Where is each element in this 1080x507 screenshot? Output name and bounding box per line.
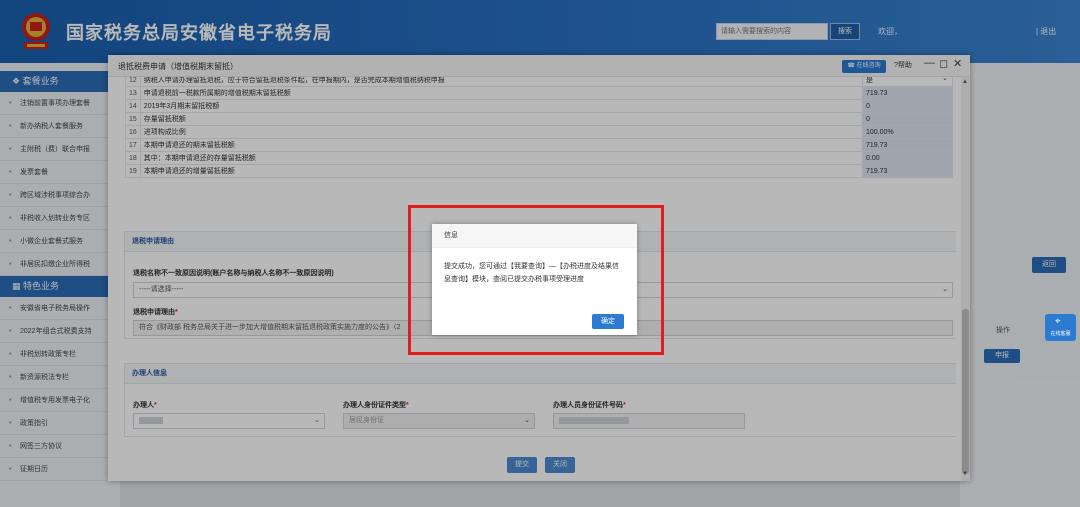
- online-service-float-button[interactable]: 在线客服: [1045, 314, 1076, 341]
- annotation-highlight-box: [408, 205, 664, 355]
